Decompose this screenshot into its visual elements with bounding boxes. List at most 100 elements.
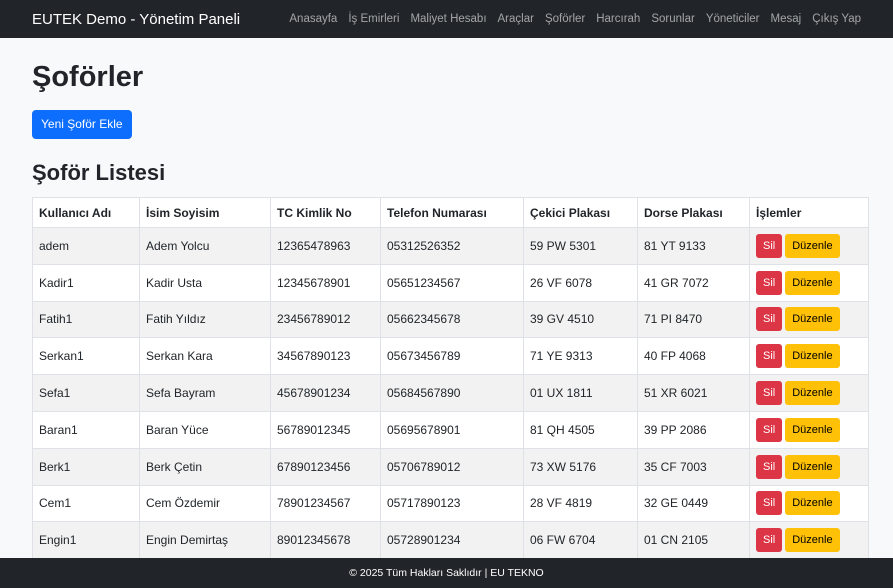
table-row: Fatih1 Fatih Yıldız 23456789012 05662345678… (32, 300, 869, 339)
cell-actions: Sil Düzenle (749, 484, 869, 523)
cell-full-name: Berk Çetin (139, 447, 271, 486)
cell-trailer-plate: 40 FP 4068 (637, 337, 750, 376)
cell-phone: 05662345678 (380, 300, 524, 339)
add-driver-button[interactable]: Yeni Şoför Ekle (32, 110, 132, 139)
column-header-phone: Telefon Numarası (380, 197, 524, 228)
cell-username: Berk1 (32, 447, 140, 486)
cell-phone: 05651234567 (380, 263, 524, 302)
table-row: Engin1 Engin Demirtaş 89012345678 057289012… (32, 521, 869, 560)
cell-trailer-plate: 39 PP 2086 (637, 410, 750, 449)
cell-tc-number: 89012345678 (270, 521, 381, 560)
cell-phone: 05717890123 (380, 484, 524, 523)
edit-button[interactable]: Düzenle (785, 528, 840, 553)
main-content: Şoförler Yeni Şoför Ekle Şoför Listesi K… (0, 60, 893, 560)
nav-link-soforler[interactable]: Şoförler (545, 13, 585, 25)
cell-actions: Sil Düzenle (749, 374, 869, 412)
footer-text: © 2025 Tüm Hakları Saklıdır | EU TEKNO (349, 567, 544, 579)
cell-actions: Sil Düzenle (749, 521, 869, 560)
cell-full-name: Cem Özdemir (139, 484, 271, 523)
cell-tc-number: 23456789012 (270, 300, 381, 339)
edit-button[interactable]: Düzenle (785, 307, 840, 332)
delete-button[interactable]: Sil (756, 344, 783, 369)
column-header-tc-number: TC Kimlik No (270, 197, 381, 228)
edit-button[interactable]: Düzenle (785, 270, 840, 295)
driver-list-title: Şoför Listesi (32, 160, 166, 185)
cell-username: Baran1 (32, 410, 140, 449)
delete-button[interactable]: Sil (756, 454, 783, 479)
cell-truck-plate: 39 GV 4510 (523, 300, 638, 339)
nav-link-anasayfa[interactable]: Anasayfa (289, 13, 337, 25)
cell-trailer-plate: 51 XR 6021 (637, 374, 750, 412)
cell-actions: Sil Düzenle (749, 447, 869, 486)
cell-username: adem (32, 227, 140, 265)
cell-phone: 05684567890 (380, 374, 524, 412)
table-row: Berk1 Berk Çetin 67890123456 05706789012 73 … (32, 447, 869, 486)
cell-truck-plate: 28 VF 4819 (523, 484, 638, 523)
nav-link-harcirah[interactable]: Harcırah (596, 13, 640, 25)
cell-username: Serkan1 (32, 337, 140, 376)
cell-actions: Sil Düzenle (749, 227, 869, 265)
cell-tc-number: 56789012345 (270, 410, 381, 449)
cell-tc-number: 67890123456 (270, 447, 381, 486)
column-header-username: Kullanıcı Adı (32, 197, 140, 228)
edit-button[interactable]: Düzenle (785, 417, 840, 442)
edit-button[interactable]: Düzenle (785, 381, 840, 406)
cell-username: Engin1 (32, 521, 140, 560)
column-header-trailer-plate: Dorse Plakası (637, 197, 750, 228)
cell-phone: 05706789012 (380, 447, 524, 486)
cell-truck-plate: 01 UX 1811 (523, 374, 638, 412)
edit-button[interactable]: Düzenle (785, 491, 840, 516)
cell-actions: Sil Düzenle (749, 263, 869, 302)
page-title: Şoförler (32, 61, 144, 93)
cell-tc-number: 12365478963 (270, 227, 381, 265)
nav-link-maliyet-hesabi[interactable]: Maliyet Hesabı (410, 13, 486, 25)
nav-link-sorunlar[interactable]: Sorunlar (651, 13, 694, 25)
cell-actions: Sil Düzenle (749, 410, 869, 449)
nav-links: Anasayfa İş Emirleri Maliyet Hesabı Araç… (278, 13, 861, 25)
cell-trailer-plate: 35 CF 7003 (637, 447, 750, 486)
nav-link-cikis-yap[interactable]: Çıkış Yap (812, 13, 861, 25)
table-row: adem Adem Yolcu 12365478963 05312526352 59 P… (32, 227, 869, 265)
cell-phone: 05673456789 (380, 337, 524, 376)
cell-tc-number: 45678901234 (270, 374, 381, 412)
cell-actions: Sil Düzenle (749, 337, 869, 376)
table-row: Kadir1 Kadir Usta 12345678901 05651234567 26… (32, 263, 869, 302)
nav-link-is-emirleri[interactable]: İş Emirleri (348, 13, 399, 25)
column-header-truck-plate: Çekici Plakası (523, 197, 638, 228)
edit-button[interactable]: Düzenle (785, 344, 840, 369)
delete-button[interactable]: Sil (756, 491, 783, 516)
cell-username: Cem1 (32, 484, 140, 523)
cell-phone: 05312526352 (380, 227, 524, 265)
cell-full-name: Engin Demirtaş (139, 521, 271, 560)
cell-truck-plate: 81 QH 4505 (523, 410, 638, 449)
nav-link-araclar[interactable]: Araçlar (498, 13, 534, 25)
table-row: Serkan1 Serkan Kara 34567890123 05673456789… (32, 337, 869, 376)
delete-button[interactable]: Sil (756, 381, 783, 406)
cell-trailer-plate: 41 GR 7072 (637, 263, 750, 302)
cell-truck-plate: 59 PW 5301 (523, 227, 638, 265)
delete-button[interactable]: Sil (756, 233, 783, 258)
cell-username: Sefa1 (32, 374, 140, 412)
delete-button[interactable]: Sil (756, 528, 783, 553)
cell-full-name: Fatih Yıldız (139, 300, 271, 339)
edit-button[interactable]: Düzenle (785, 233, 840, 258)
delete-button[interactable]: Sil (756, 417, 783, 442)
top-navbar: EUTEK Demo - Yönetim Paneli Anasayfa İş … (0, 0, 893, 38)
cell-truck-plate: 71 YE 9313 (523, 337, 638, 376)
cell-truck-plate: 06 FW 6704 (523, 521, 638, 560)
navbar-brand[interactable]: EUTEK Demo - Yönetim Paneli (32, 11, 240, 28)
cell-actions: Sil Düzenle (749, 300, 869, 339)
cell-tc-number: 34567890123 (270, 337, 381, 376)
delete-button[interactable]: Sil (756, 270, 783, 295)
cell-username: Kadir1 (32, 263, 140, 302)
cell-phone: 05728901234 (380, 521, 524, 560)
cell-trailer-plate: 01 CN 2105 (637, 521, 750, 560)
cell-tc-number: 78901234567 (270, 484, 381, 523)
edit-button[interactable]: Düzenle (785, 454, 840, 479)
delete-button[interactable]: Sil (756, 307, 783, 332)
drivers-table: Kullanıcı Adı İsim Soyisim TC Kimlik No … (32, 197, 869, 560)
nav-link-yoneticiler[interactable]: Yöneticiler (706, 13, 760, 25)
nav-link-mesaj[interactable]: Mesaj (771, 13, 802, 25)
cell-full-name: Sefa Bayram (139, 374, 271, 412)
column-header-full-name: İsim Soyisim (139, 197, 271, 228)
